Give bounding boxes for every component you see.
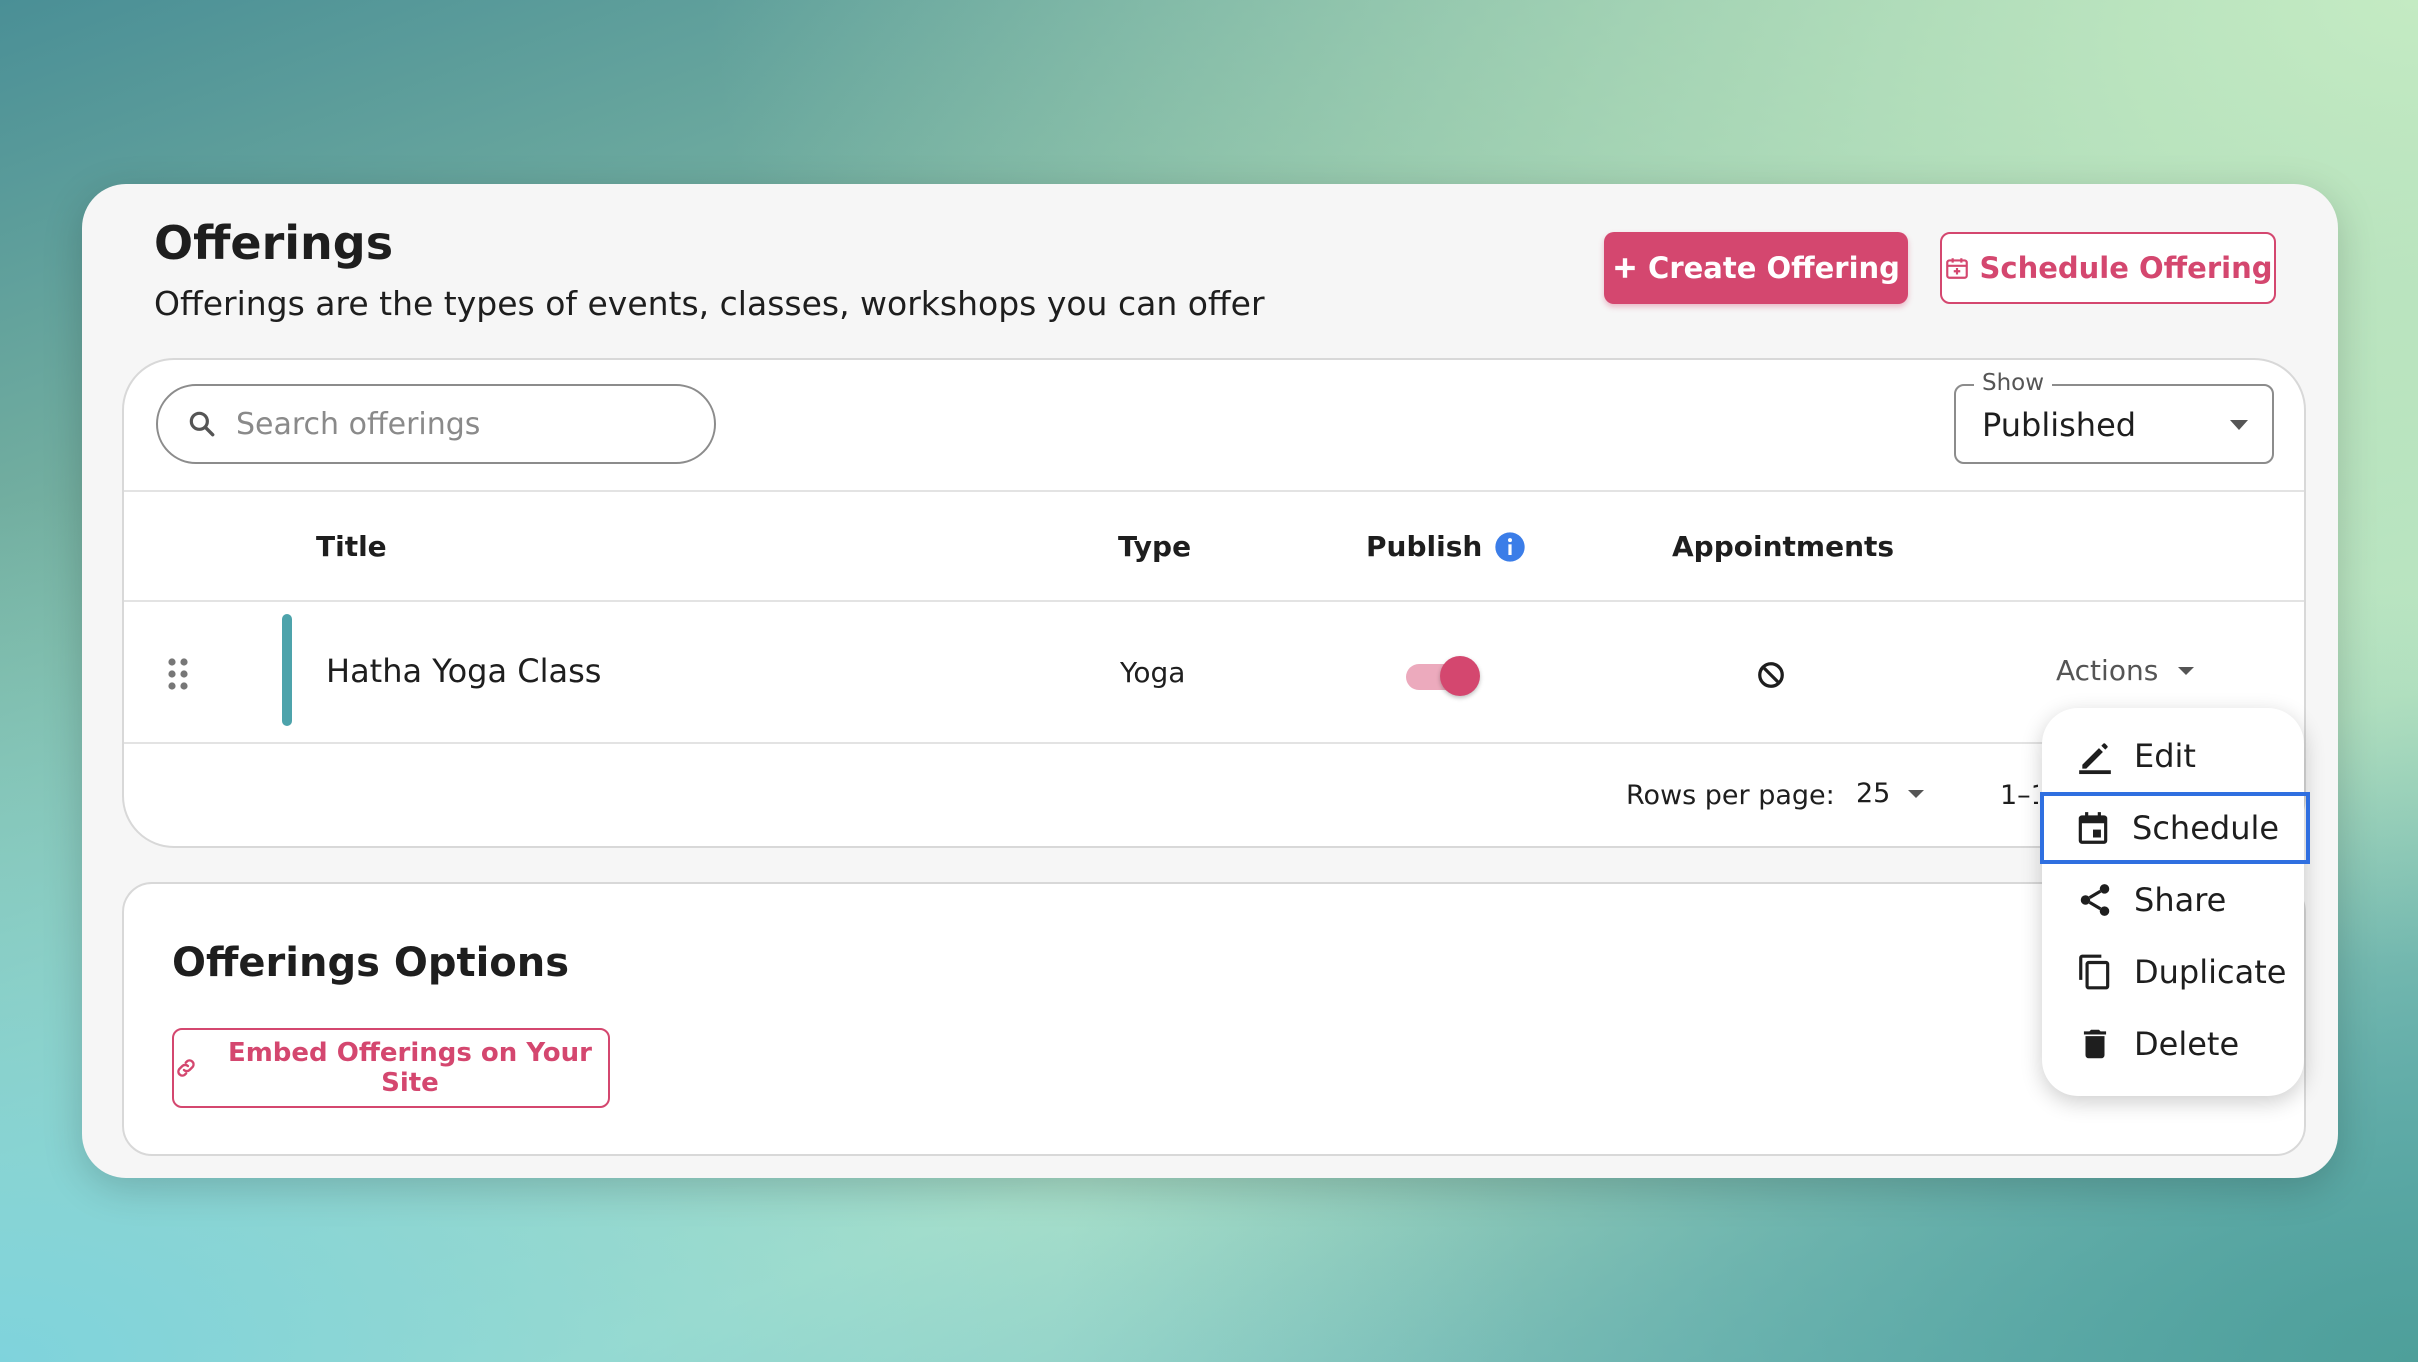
- menu-item-duplicate-label: Duplicate: [2134, 953, 2287, 991]
- column-header-publish-label: Publish: [1366, 530, 1483, 563]
- search-icon: [189, 411, 215, 437]
- menu-item-delete[interactable]: Delete: [2042, 1008, 2304, 1080]
- show-filter-label: Show: [1974, 370, 2053, 396]
- link-icon: [177, 1059, 195, 1077]
- embed-offerings-button[interactable]: Embed Offerings on Your Site: [172, 1028, 610, 1108]
- row-color-marker: [282, 614, 292, 726]
- rows-per-page-select[interactable]: 25: [1856, 778, 1926, 809]
- show-filter-value: Published: [1982, 406, 2137, 444]
- menu-item-delete-label: Delete: [2134, 1025, 2240, 1063]
- drag-handle-icon[interactable]: [166, 656, 190, 696]
- show-filter-select[interactable]: Show Published: [1954, 370, 2274, 464]
- options-title: Offerings Options: [172, 940, 570, 986]
- embed-offerings-label: Embed Offerings on Your Site: [227, 1038, 592, 1098]
- actions-label: Actions: [2056, 654, 2159, 687]
- pencil-icon: [2079, 743, 2111, 775]
- menu-item-share-label: Share: [2134, 881, 2227, 919]
- chevron-down-icon: [1908, 789, 1925, 798]
- create-offering-label: Create Offering: [1648, 251, 1900, 285]
- menu-item-share[interactable]: Share: [2042, 864, 2304, 936]
- info-icon[interactable]: [1494, 531, 1526, 563]
- chevron-down-icon: [2178, 666, 2195, 675]
- column-header-title[interactable]: Title: [316, 530, 387, 563]
- share-icon: [2080, 884, 2110, 916]
- menu-item-edit-label: Edit: [2134, 737, 2196, 775]
- menu-item-edit[interactable]: Edit: [2042, 720, 2304, 792]
- rows-per-page-value: 25: [1856, 778, 1891, 809]
- create-offering-button[interactable]: Create Offering: [1604, 232, 1908, 304]
- rows-per-page-label: Rows per page:: [1626, 780, 1835, 811]
- menu-item-schedule-label: Schedule: [2132, 809, 2280, 847]
- no-appointments-icon: [1756, 660, 1786, 694]
- column-header-type[interactable]: Type: [1118, 530, 1191, 563]
- column-header-appointments[interactable]: Appointments: [1672, 530, 1894, 563]
- publish-toggle-thumb: [1440, 656, 1480, 696]
- offerings-table-panel: Show Published Title Type Publish Appoin…: [122, 358, 2306, 848]
- page-title: Offerings: [154, 216, 394, 270]
- publish-toggle[interactable]: [1402, 652, 1482, 700]
- search-input[interactable]: [236, 406, 676, 442]
- menu-item-duplicate[interactable]: Duplicate: [2042, 936, 2304, 1008]
- offering-title-cell[interactable]: Hatha Yoga Class: [326, 652, 601, 690]
- menu-item-schedule[interactable]: Schedule: [2040, 792, 2310, 864]
- calendar-icon: [2078, 812, 2108, 844]
- schedule-offering-label: Schedule Offering: [1979, 251, 2273, 285]
- offerings-card: Offerings Offerings are the types of eve…: [82, 184, 2338, 1178]
- row-divider: [124, 600, 2304, 602]
- actions-menu: Edit Schedule Share Duplicate Delete: [2040, 708, 2310, 1096]
- header-divider: [124, 490, 2304, 492]
- pagination-range: 1–1: [2000, 780, 2038, 811]
- calendar-plus-icon: [1945, 258, 1968, 279]
- trash-icon: [2083, 1029, 2107, 1059]
- offerings-options-panel: Offerings Options Embed Offerings on You…: [122, 882, 2306, 1156]
- actions-dropdown-button[interactable]: Actions: [2056, 654, 2196, 687]
- plus-icon: [1615, 258, 1635, 278]
- offering-type-cell: Yoga: [1120, 656, 1186, 689]
- copy-icon: [2079, 954, 2110, 990]
- chevron-down-icon: [2230, 420, 2248, 430]
- schedule-offering-button[interactable]: Schedule Offering: [1940, 232, 2276, 304]
- page-subtitle: Offerings are the types of events, class…: [154, 284, 1265, 323]
- footer-divider: [124, 742, 2304, 744]
- search-box[interactable]: [156, 384, 716, 464]
- column-header-publish[interactable]: Publish: [1366, 530, 1526, 563]
